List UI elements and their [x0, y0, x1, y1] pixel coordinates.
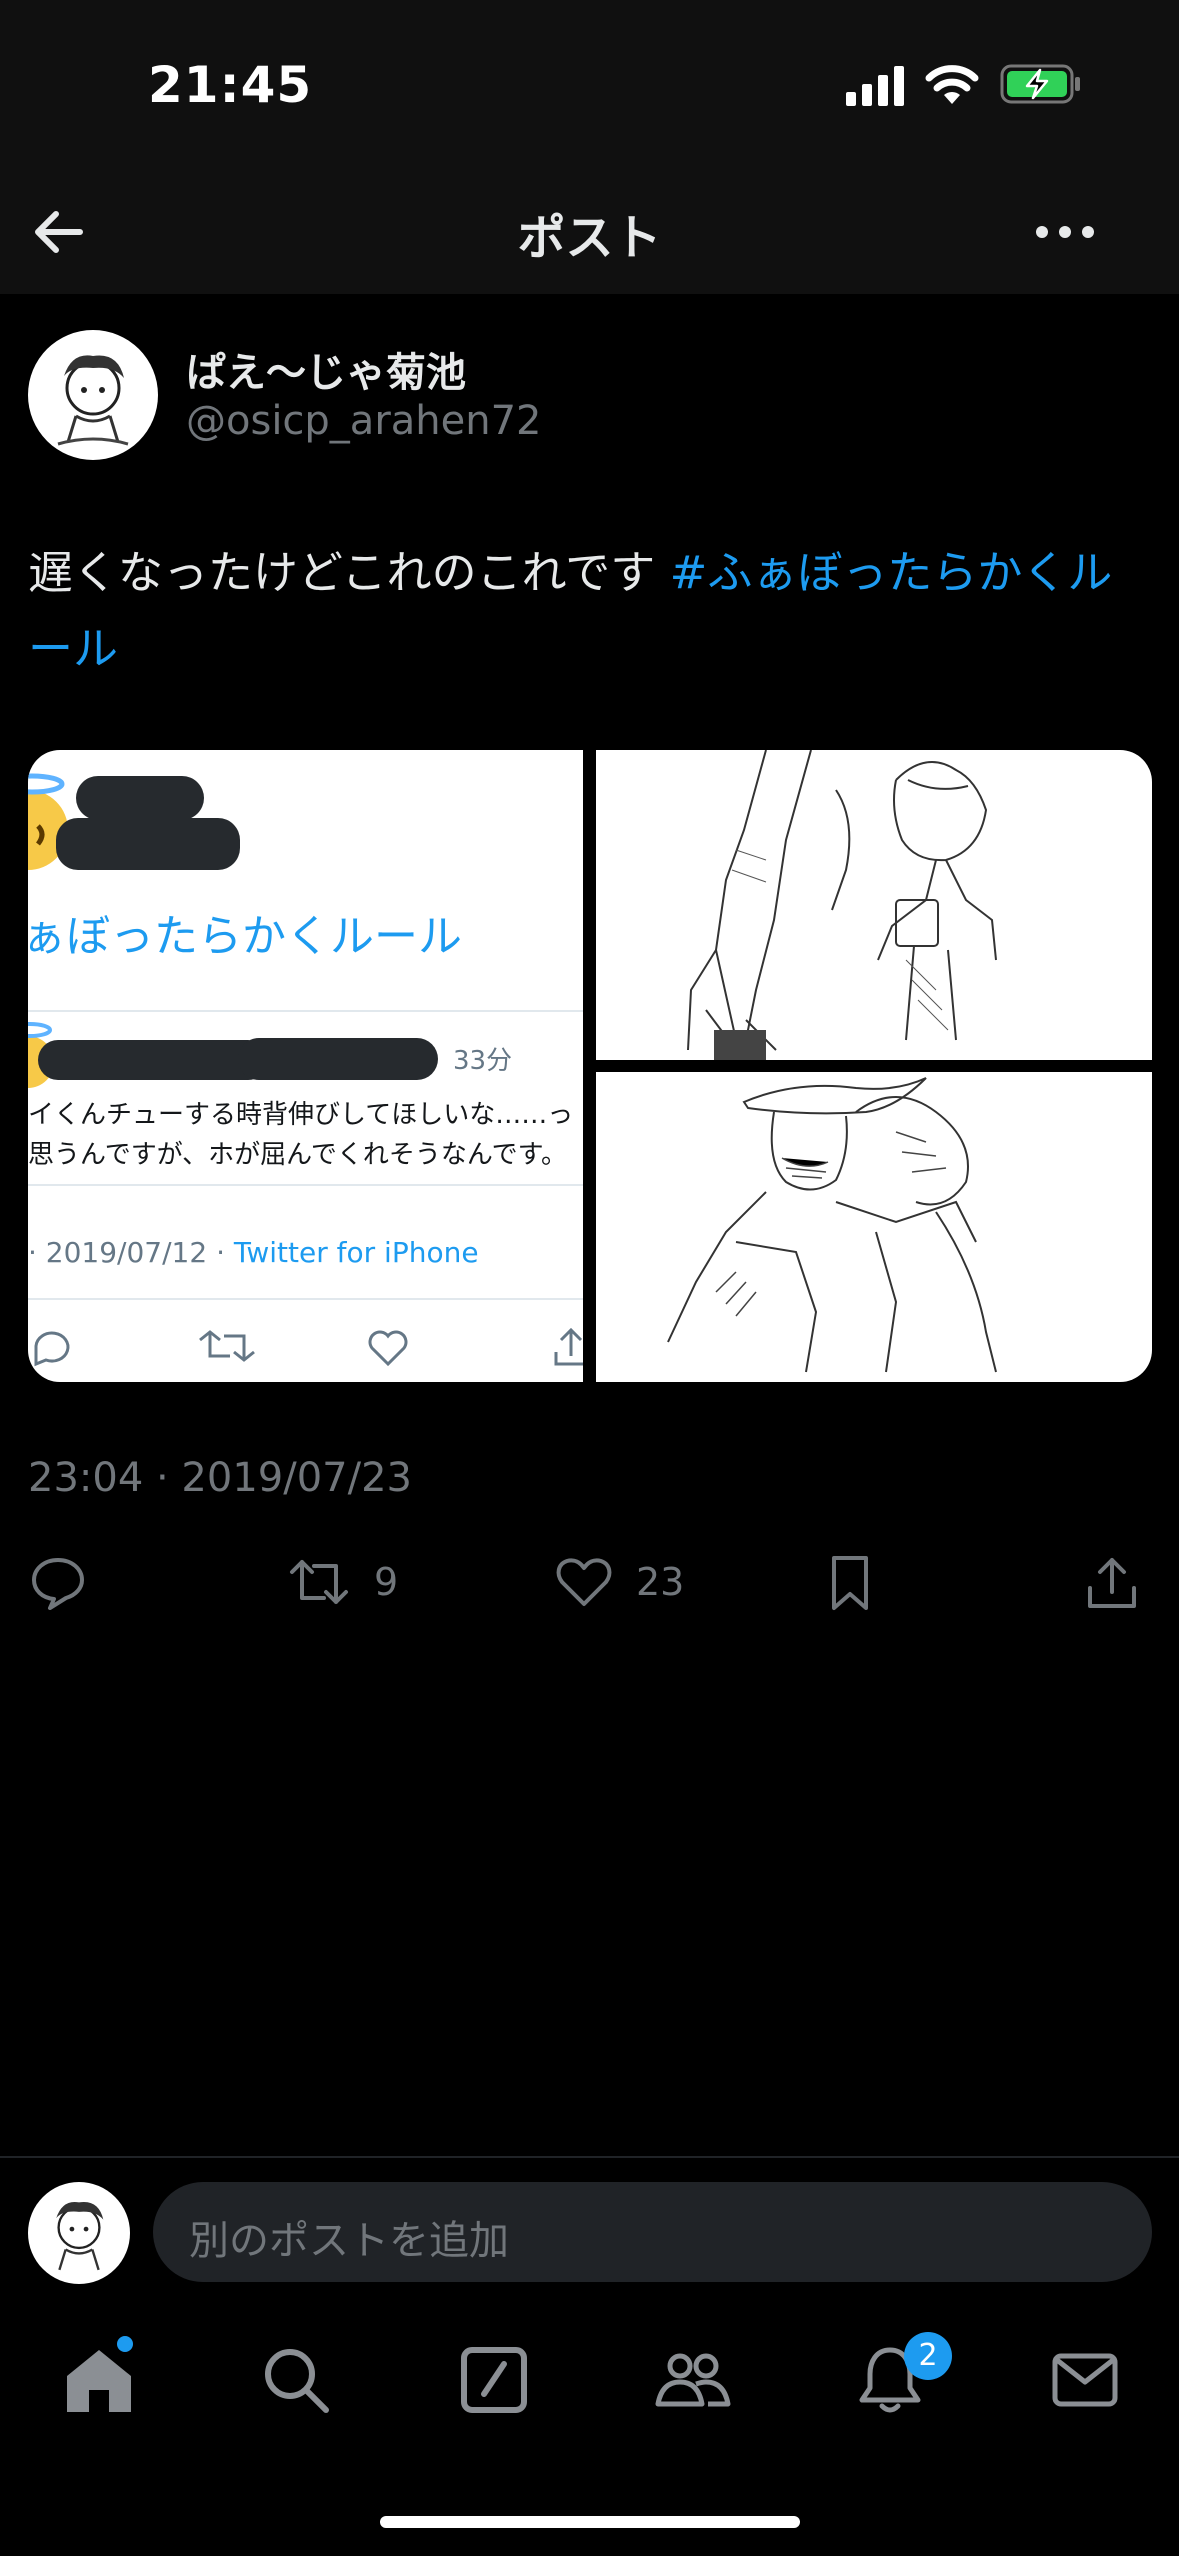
post-body-text: 遅くなったけどこれのこれです — [28, 546, 670, 599]
wifi-icon — [925, 65, 979, 104]
screenshot-source: Twitter for iPhone — [233, 1236, 479, 1269]
reply-input[interactable]: 別のポストを追加 — [153, 2182, 1152, 2282]
page-title: ポスト — [517, 210, 662, 266]
sketch-illustration — [667, 1077, 997, 1373]
screenshot-action-icons — [34, 1327, 583, 1367]
screenshot-date: · 2019/07/12 · — [28, 1236, 234, 1269]
redacted-handle — [56, 818, 240, 870]
nav-header: ポスト — [0, 170, 1179, 294]
home-icon[interactable] — [59, 2340, 139, 2420]
avatar-illustration — [56, 2201, 104, 2271]
retweet-button[interactable]: 9 — [286, 1548, 398, 1616]
media-image-screenshot[interactable]: ぁぼったらかくルール 33分 イくんチューする時背伸びしてほしいな……っ 思うん… — [28, 750, 583, 1382]
home-indicator[interactable] — [380, 2516, 800, 2528]
bookmark-button[interactable] — [820, 1548, 880, 1616]
like-count: 23 — [636, 1560, 685, 1604]
redacted-name — [76, 776, 204, 820]
author-display-name[interactable]: ぱえ〜じゃ菊池 — [186, 340, 466, 398]
reply-bar-divider — [0, 2156, 1179, 2158]
media-image-sketch-2[interactable] — [596, 1072, 1152, 1382]
more-options-icon[interactable] — [1030, 200, 1100, 264]
post-timestamp: 23:04 · 2019/07/23 — [28, 1455, 412, 1501]
notifications-badge: 2 — [904, 2332, 952, 2380]
compose-icon[interactable] — [454, 2340, 534, 2420]
sketch-illustration — [687, 750, 997, 1060]
cellular-signal-icon — [846, 66, 904, 106]
user-avatar[interactable] — [28, 2182, 130, 2284]
reply-button[interactable] — [28, 1548, 88, 1616]
redacted-reply-name — [38, 1040, 268, 1080]
communities-icon[interactable] — [652, 2340, 732, 2420]
status-time: 21:45 — [148, 56, 313, 114]
screenshot-divider — [28, 1010, 583, 1012]
share-icon — [1088, 1558, 1136, 1608]
screenshot-minutes: 33分 — [453, 1046, 513, 1076]
screenshot-divider — [28, 1298, 583, 1300]
share-button[interactable] — [1082, 1548, 1142, 1616]
reply-placeholder: 別のポストを追加 — [189, 2218, 509, 2264]
home-unread-dot — [117, 2336, 133, 2352]
heart-icon — [556, 1558, 612, 1606]
bookmark-icon — [832, 1556, 868, 1610]
screenshot-hashtag: ぁぼったらかくルール — [28, 911, 462, 962]
messages-envelope-icon[interactable] — [1045, 2340, 1125, 2420]
post-text: 遅くなったけどこれのこれです #ふぁぼったらかくルール — [28, 535, 1153, 687]
screenshot-meta: · 2019/07/12 · Twitter for iPhone — [28, 1236, 479, 1269]
status-bar: 21:45 — [0, 0, 1179, 170]
media-image-sketch-1[interactable] — [596, 750, 1152, 1060]
retweet-count: 9 — [374, 1560, 399, 1604]
screenshot-divider — [28, 1184, 583, 1186]
battery-charging-icon — [1000, 64, 1080, 104]
screenshot-reply-line2: 思うんですが、ホが屈んでくれそうなんです。 — [28, 1140, 567, 1170]
avatar-illustration — [57, 355, 129, 446]
author-handle[interactable]: @osicp_arahen72 — [186, 398, 542, 444]
screenshot-reply-line1: イくんチューする時背伸びしてほしいな……っ — [28, 1100, 574, 1130]
author-avatar[interactable] — [28, 330, 158, 460]
retweet-icon — [290, 1560, 348, 1604]
redacted-reply-handle — [238, 1038, 438, 1080]
media-grid: ぁぼったらかくルール 33分 イくんチューする時背伸びしてほしいな……っ 思うん… — [28, 750, 1152, 1382]
search-icon[interactable] — [256, 2340, 336, 2420]
reply-icon — [32, 1558, 84, 1610]
like-button[interactable]: 23 — [554, 1548, 684, 1616]
